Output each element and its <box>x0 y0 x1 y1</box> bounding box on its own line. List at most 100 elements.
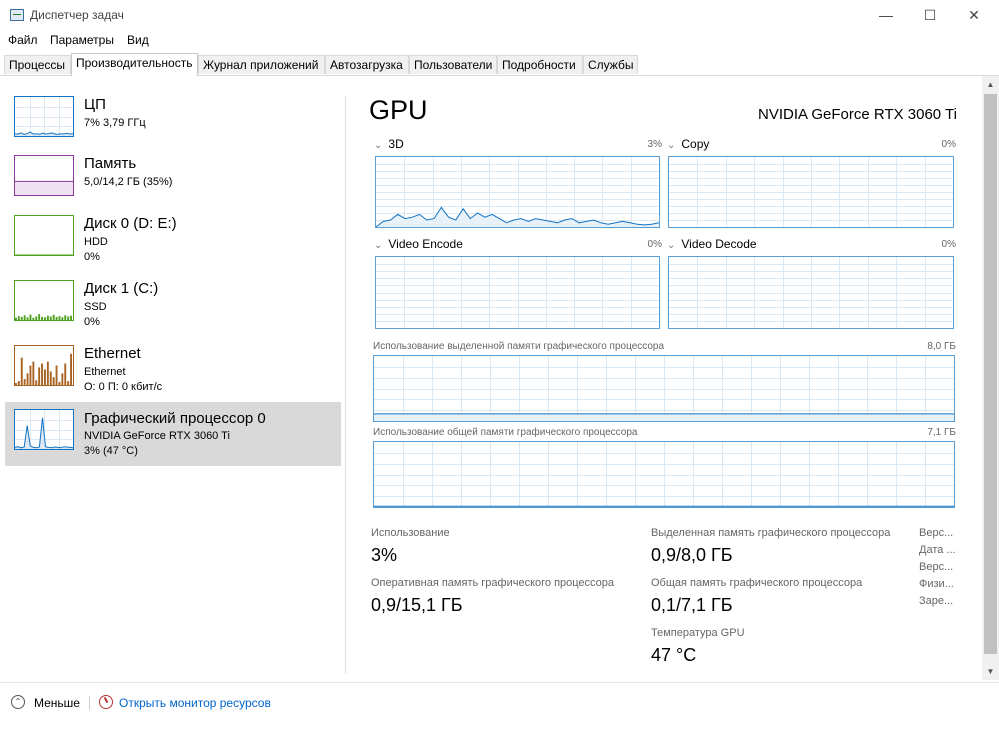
shared-memory-label: Использование общей памяти графического … <box>373 427 638 438</box>
tab-processes[interactable]: Процессы <box>4 55 71 74</box>
ethernet-mini-bar <box>44 369 46 385</box>
tab-bar: Процессы Производительность Журнал прило… <box>0 53 999 76</box>
disk1-mini-bar <box>55 316 58 320</box>
resource-detail: HDD <box>84 236 108 248</box>
dedicated-memory-max: 8,0 ГБ <box>927 341 956 352</box>
resource-value: О: 0 П: 0 кбит/с <box>84 381 163 393</box>
menu-bar: Файл Параметры Вид <box>0 31 999 51</box>
chevron-down-icon: ⌄ <box>374 240 383 251</box>
scroll-up-arrow-icon[interactable]: ▲ <box>982 76 999 93</box>
ethernet-mini-bar <box>46 361 49 385</box>
cpu-thumbnail-graph <box>14 96 74 137</box>
tab-users[interactable]: Пользователи <box>409 55 497 74</box>
task-manager-icon <box>10 9 24 21</box>
tab-details[interactable]: Подробности <box>497 55 583 74</box>
maximize-button[interactable]: ☐ <box>907 0 953 30</box>
engine-copy-selector[interactable]: ⌄ Copy <box>667 137 709 151</box>
resource-value: 0% <box>84 316 100 328</box>
ethernet-mini-bar <box>70 353 72 385</box>
disk1-mini-bar <box>20 316 23 320</box>
engine-3d-graph <box>375 156 660 228</box>
resource-disk-1[interactable]: Диск 1 (C:) SSD 0% <box>5 275 341 339</box>
chevron-up-icon[interactable]: ⌃ <box>11 695 25 709</box>
dedicated-memory-stat-label: Выделенная память графического процессор… <box>651 527 891 539</box>
disk1-mini-chart <box>15 314 72 320</box>
resource-list: ЦП 7% 3,79 ГГц Память 5,0/14,2 ГБ (35%) … <box>0 76 345 676</box>
engine-3d-series-fill <box>376 207 659 227</box>
engine-video-encode-selector[interactable]: ⌄ Video Encode <box>374 237 463 251</box>
shared-memory-graph <box>373 441 955 508</box>
resource-name: Диск 0 (D: E:) <box>84 215 177 232</box>
resource-cpu[interactable]: ЦП 7% 3,79 ГГц <box>5 91 341 155</box>
engine-video-decode-graph <box>668 256 954 329</box>
disk1-mini-bar <box>64 315 67 320</box>
disk0-thumbnail-graph <box>14 215 74 256</box>
disk1-mini-bar <box>41 316 43 320</box>
ethernet-mini-bar <box>61 373 64 385</box>
tab-performance[interactable]: Производительность <box>71 53 198 76</box>
gpu-temp-label: Температура GPU <box>651 627 745 639</box>
resource-name: Диск 1 (C:) <box>84 280 159 297</box>
menu-file[interactable]: Файл <box>8 33 38 47</box>
engine-name: 3D <box>388 137 404 151</box>
resource-name: Память <box>84 155 137 172</box>
ethernet-mini-bar <box>20 357 23 385</box>
cpu-mini-chart <box>15 97 73 136</box>
page-title: GPU <box>369 95 428 125</box>
vertical-scrollbar[interactable]: ▲ ▼ <box>982 76 999 680</box>
minimize-button[interactable]: — <box>863 0 909 30</box>
tab-startup[interactable]: Автозагрузка <box>325 55 409 74</box>
ethernet-mini-bar <box>15 383 17 385</box>
disk1-mini-bar <box>38 314 41 320</box>
directx-version-label: Верс... <box>919 561 954 573</box>
engine-video-decode-selector[interactable]: ⌄ Video Decode <box>667 237 757 251</box>
resource-ethernet[interactable]: Ethernet Ethernet О: 0 П: 0 кбит/с <box>5 340 341 404</box>
disk0-mini-chart <box>15 254 73 255</box>
memory-thumbnail-graph <box>14 155 74 196</box>
tab-services[interactable]: Службы <box>583 55 638 74</box>
engine-video-encode-chart <box>376 257 659 328</box>
physical-location-label: Физи... <box>919 578 954 590</box>
open-resource-monitor-link[interactable]: Открыть монитор ресурсов <box>119 696 271 710</box>
ethernet-mini-bar <box>52 377 55 385</box>
disk1-mini-bar <box>35 316 38 320</box>
ethernet-mini-bar <box>67 381 70 385</box>
resource-disk-0[interactable]: Диск 0 (D: E:) HDD 0% <box>5 210 341 274</box>
dedicated-memory-label: Использование выделенной памяти графичес… <box>373 341 665 352</box>
scroll-thumb[interactable] <box>984 94 997 654</box>
title-bar: Диспетчер задач — ☐ ✕ <box>0 0 999 30</box>
fewer-details-button[interactable]: Меньше <box>34 696 80 710</box>
engine-name: Video Encode <box>388 237 463 251</box>
window-title: Диспетчер задач <box>30 8 124 22</box>
resource-gpu-0[interactable]: Графический процессор 0 NVIDIA GeForce R… <box>5 402 341 466</box>
engine-3d-selector[interactable]: ⌄ 3D <box>374 137 404 151</box>
disk1-mini-bar <box>29 314 32 320</box>
ethernet-mini-bar <box>26 373 29 385</box>
tab-app-history[interactable]: Журнал приложений <box>198 55 325 74</box>
gpu-ram-value: 0,9/15,1 ГБ <box>371 595 463 615</box>
resource-memory[interactable]: Память 5,0/14,2 ГБ (35%) <box>5 150 341 214</box>
menu-options[interactable]: Параметры <box>50 33 114 47</box>
disk1-mini-bar <box>23 315 26 320</box>
resource-detail: NVIDIA GeForce RTX 3060 Ti <box>84 430 230 442</box>
chevron-down-icon: ⌄ <box>374 140 383 151</box>
engine-percent: 0% <box>941 239 956 250</box>
shared-memory-max: 7,1 ГБ <box>927 427 956 438</box>
ethernet-mini-bar <box>55 365 58 385</box>
engine-name: Video Decode <box>681 237 757 251</box>
scroll-down-arrow-icon[interactable]: ▼ <box>982 663 999 680</box>
gpu-model-name: NVIDIA GeForce RTX 3060 Ti <box>758 106 957 123</box>
resource-detail: 7% 3,79 ГГц <box>84 117 146 129</box>
close-button[interactable]: ✕ <box>951 0 997 30</box>
disk1-mini-bar <box>15 317 17 320</box>
memory-mini-fill <box>15 181 73 195</box>
menu-view[interactable]: Вид <box>127 33 149 47</box>
footer: ⌃ Меньше Открыть монитор ресурсов <box>0 682 999 729</box>
resource-name: ЦП <box>84 96 106 113</box>
dedicated-memory-stat-value: 0,9/8,0 ГБ <box>651 545 733 565</box>
ethernet-mini-bar <box>41 363 43 385</box>
dedicated-memory-graph <box>373 355 955 422</box>
resource-detail: 5,0/14,2 ГБ (35%) <box>84 176 173 188</box>
shared-memory-chart <box>374 442 954 507</box>
gpu-thumbnail-graph <box>14 409 74 450</box>
